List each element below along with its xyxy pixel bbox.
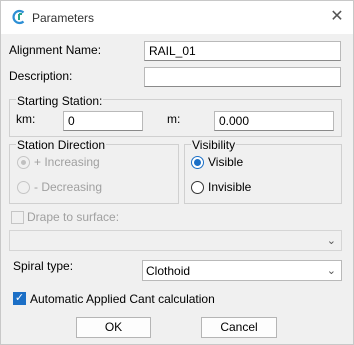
visibility-label: Visibility: [191, 138, 237, 152]
app-logo-icon: [12, 9, 25, 25]
alignment-name-label: Alignment Name:: [9, 43, 102, 57]
drape-surface-select[interactable]: ⌄: [9, 230, 342, 251]
close-icon[interactable]: ✕: [326, 7, 348, 27]
spiral-type-value: Clothoid: [146, 264, 191, 278]
visibility-group: [184, 144, 342, 204]
increasing-radio[interactable]: [17, 156, 30, 169]
alignment-name-input[interactable]: RAIL_01: [144, 41, 341, 61]
chevron-down-icon: ⌄: [326, 235, 336, 247]
station-direction-group: [9, 144, 179, 204]
km-label: km:: [16, 112, 36, 126]
invisible-radio[interactable]: [191, 181, 204, 194]
invisible-label: Invisible: [208, 180, 252, 194]
m-input[interactable]: 0.000: [214, 111, 334, 131]
cant-label: Automatic Applied Cant calculation: [30, 292, 215, 306]
km-input[interactable]: 0: [63, 111, 143, 131]
ok-button[interactable]: OK: [76, 317, 151, 338]
cancel-button[interactable]: Cancel: [201, 317, 277, 338]
title-bar: Parameters ✕: [1, 1, 353, 34]
decreasing-label: - Decreasing: [34, 180, 103, 194]
decreasing-radio[interactable]: [17, 181, 30, 194]
visible-label: Visible: [208, 155, 244, 169]
visible-radio[interactable]: [191, 156, 204, 169]
dialog-title: Parameters: [32, 11, 95, 25]
description-label: Description:: [9, 69, 73, 83]
description-input[interactable]: [144, 67, 341, 87]
chevron-down-icon: ⌄: [326, 265, 336, 277]
drape-checkbox[interactable]: [11, 211, 24, 224]
m-label: m:: [167, 112, 181, 126]
cant-checkbox[interactable]: ✓: [13, 292, 26, 305]
spiral-type-select[interactable]: Clothoid ⌄: [142, 260, 342, 281]
starting-station-label: Starting Station:: [16, 94, 104, 108]
station-direction-label: Station Direction: [16, 138, 107, 152]
spiral-type-label: Spiral type:: [13, 259, 74, 273]
drape-label: Drape to surface:: [27, 210, 120, 224]
parameters-dialog: Parameters ✕ Alignment Name: RAIL_01 Des…: [0, 0, 354, 345]
increasing-label: + Increasing: [34, 155, 100, 169]
